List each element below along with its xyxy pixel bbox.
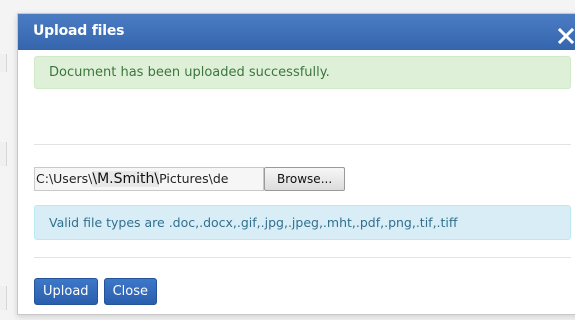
file-path-suffix: Pictures\de xyxy=(159,171,229,186)
close-button[interactable]: Close xyxy=(103,278,157,305)
file-path-username: \M.Smith\ xyxy=(92,171,160,187)
divider xyxy=(34,144,571,145)
close-icon[interactable] xyxy=(556,26,575,46)
browse-button[interactable]: Browse... xyxy=(264,167,346,191)
file-types-info-alert: Valid file types are .doc,.docx,.gif,.jp… xyxy=(34,205,571,240)
file-path-field[interactable]: C:\Users\\M.Smith\Pictures\de xyxy=(34,167,264,191)
screen-background: Upload files Document has been uploaded … xyxy=(0,0,575,320)
file-input-row: C:\Users\\M.Smith\Pictures\de Browse... xyxy=(34,167,346,191)
dialog-titlebar: Upload files xyxy=(18,14,575,50)
success-message: Document has been uploaded successfully. xyxy=(49,65,330,80)
upload-files-dialog: Upload files Document has been uploaded … xyxy=(17,13,575,315)
file-types-message: Valid file types are .doc,.docx,.gif,.jp… xyxy=(49,215,458,230)
success-alert: Document has been uploaded successfully. xyxy=(34,56,571,89)
dialog-title: Upload files xyxy=(33,23,125,39)
background-edge xyxy=(0,142,7,166)
file-path-prefix: C:\Users\ xyxy=(36,171,93,186)
dialog-body: Document has been uploaded successfully.… xyxy=(34,50,575,305)
dialog-actions: Upload Close xyxy=(34,278,157,305)
background-edge xyxy=(0,286,7,310)
divider xyxy=(34,257,571,258)
background-edge xyxy=(0,54,7,72)
upload-button[interactable]: Upload xyxy=(34,278,98,305)
